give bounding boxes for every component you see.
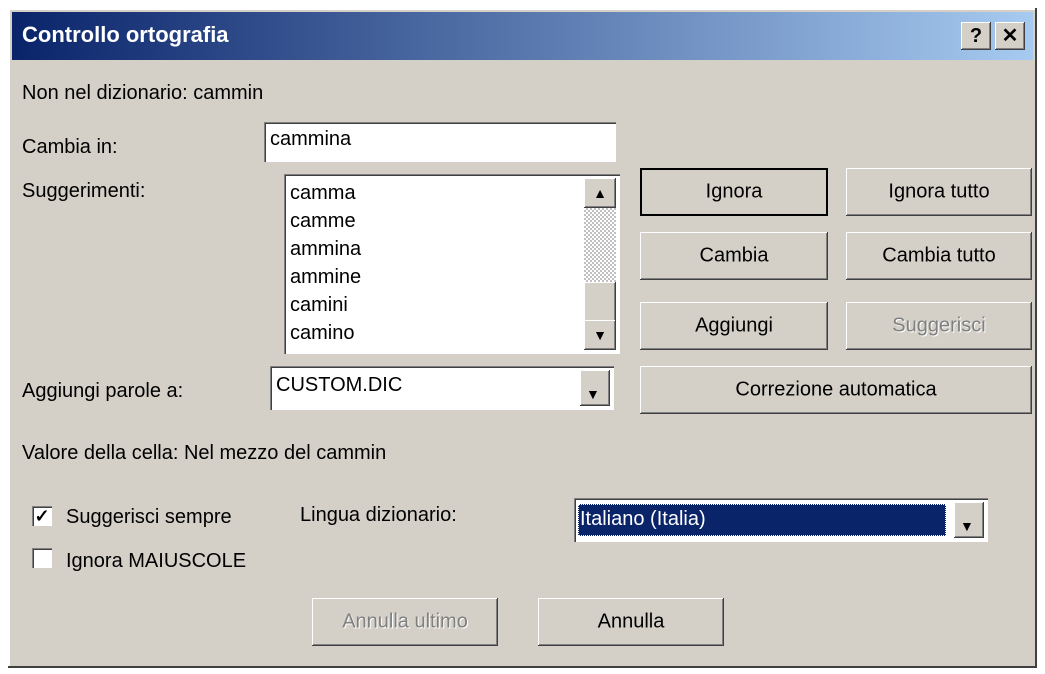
dictionary-language-value: Italiano (Italia) (580, 508, 706, 530)
title-bar: Controllo ortografia ? ✕ (12, 12, 1033, 60)
change-to-value: cammina (270, 128, 352, 150)
scroll-up-button[interactable]: ▲ (584, 178, 616, 208)
suggest-button[interactable]: Suggerisci (846, 302, 1032, 350)
change-all-button[interactable]: Cambia tutto (846, 232, 1032, 280)
scrollbar-thumb[interactable] (584, 282, 616, 322)
help-icon: ? (969, 25, 983, 47)
dropdown-button[interactable]: ▼ (954, 502, 984, 538)
check-icon: ✓ (34, 506, 50, 526)
help-button[interactable]: ? (961, 22, 991, 50)
cell-value-label: Valore della cella: Nel mezzo del cammin (22, 442, 387, 464)
always-suggest-label: Suggerisci sempre (66, 506, 232, 528)
suggestions-scrollbar[interactable]: ▲ ▼ (584, 178, 616, 350)
ignore-all-button[interactable]: Ignora tutto (846, 168, 1032, 216)
list-item[interactable]: camino (290, 322, 354, 345)
arrow-down-icon: ▼ (593, 327, 607, 343)
dictionary-language-dropdown[interactable]: Italiano (Italia) ▼ (574, 498, 988, 542)
suggestions-list[interactable]: camma camme ammina ammine camini camino … (284, 174, 620, 354)
add-words-label: Aggiungi parole a: (22, 380, 184, 402)
always-suggest-checkbox[interactable]: ✓ (32, 506, 52, 526)
suggestions-label: Suggerimenti: (22, 180, 146, 202)
list-item[interactable]: camini (290, 294, 348, 317)
list-item[interactable]: camma (290, 182, 356, 205)
add-button[interactable]: Aggiungi (640, 302, 828, 350)
ignore-uppercase-label: Ignora MAIUSCOLE (66, 550, 247, 572)
add-words-dropdown[interactable]: CUSTOM.DIC ▼ (270, 366, 614, 410)
undo-last-button[interactable]: Annulla ultimo (312, 598, 498, 646)
spelling-dialog: Controllo ortografia ? ✕ Non nel diziona… (8, 8, 1037, 668)
add-words-value: CUSTOM.DIC (276, 374, 403, 396)
chevron-down-icon: ▼ (586, 386, 600, 402)
arrow-up-icon: ▲ (593, 185, 607, 201)
ignore-button[interactable]: Ignora (640, 168, 828, 216)
close-button[interactable]: ✕ (995, 22, 1025, 50)
window-title: Controllo ortografia (22, 22, 229, 47)
dictionary-language-label: Lingua dizionario: (300, 504, 457, 526)
dropdown-button[interactable]: ▼ (580, 370, 610, 406)
ignore-uppercase-checkbox[interactable] (32, 548, 52, 568)
change-to-label: Cambia in: (22, 136, 118, 158)
list-item[interactable]: ammine (290, 266, 361, 289)
close-icon: ✕ (1001, 25, 1019, 47)
not-in-dictionary-label: Non nel dizionario: cammin (22, 82, 264, 104)
change-to-input[interactable]: cammina (264, 122, 616, 162)
change-button[interactable]: Cambia (640, 232, 828, 280)
scroll-down-button[interactable]: ▼ (584, 320, 616, 350)
list-item[interactable]: ammina (290, 238, 361, 261)
autocorrect-button[interactable]: Correzione automatica (640, 366, 1032, 414)
list-item[interactable]: camme (290, 210, 356, 233)
cancel-button[interactable]: Annulla (538, 598, 724, 646)
chevron-down-icon: ▼ (960, 518, 974, 534)
